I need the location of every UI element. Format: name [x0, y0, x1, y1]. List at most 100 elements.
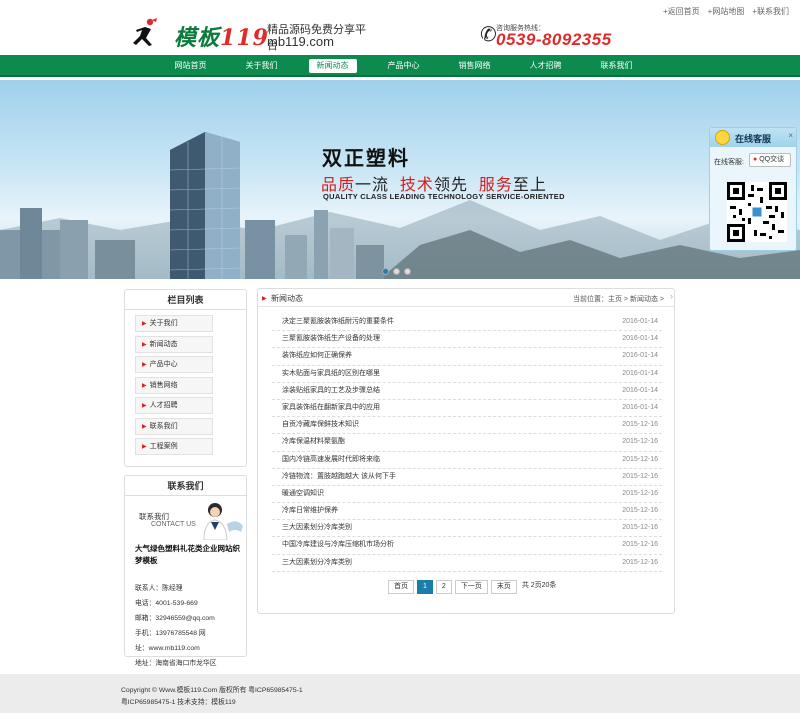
nav-item-4[interactable]: 销售网络	[439, 55, 510, 77]
category-item-label: 联系我们	[149, 422, 178, 430]
contact-line: 邮箱：32946559@qq.com	[135, 615, 215, 622]
contact-info: 联系人：陈经理 电话：4001-539-669 邮箱：32946559@qq.com…	[135, 581, 217, 671]
hotline-number: 0539-8092355	[496, 30, 612, 49]
news-row[interactable]: 决定三聚氰胺装饰纸耐污的重要条件 2016-01-14	[272, 314, 662, 332]
customer-service-panel: 在线客服 × 在线客服: ● QQ交谈	[709, 127, 797, 251]
nav-item-1[interactable]: 关于我们	[226, 55, 297, 77]
slide-dot-1[interactable]	[382, 268, 389, 275]
nav-item-6[interactable]: 联系我们	[581, 55, 652, 77]
news-row[interactable]: 中国冷库建设与冷库压缩机市场分析 2015-12-16	[272, 537, 662, 555]
category-item-0[interactable]: ▶ 关于我们	[135, 315, 213, 332]
news-row[interactable]: 冷链物流：置肢越跑越大 该从何下手 2015-12-16	[272, 469, 662, 486]
category-item-1[interactable]: ▶ 新闻动态	[135, 335, 213, 353]
nav-item-label: 网站首页	[174, 61, 207, 70]
news-link[interactable]: 三大因素划分冷库类别	[282, 555, 352, 571]
company-name: 大气绿色塑料礼花类企业网站织梦模板	[135, 544, 240, 565]
news-link[interactable]: 暖通空调知识	[282, 486, 324, 502]
news-link[interactable]: 冷库保温材料聚氨酯	[282, 434, 345, 450]
news-row[interactable]: 国内冷链高速发展时代即将来临 2015-12-16	[272, 452, 662, 469]
category-item-label: 关于我们	[149, 320, 178, 327]
news-link[interactable]: 装饰纸应如何正确保养	[282, 348, 352, 364]
news-link[interactable]: 自贡冷藏库保鲜技术知识	[282, 417, 359, 433]
nav-item-label: 联系我们	[600, 61, 633, 70]
red-arrow-icon: ▶	[142, 444, 147, 450]
pager-first[interactable]: 首页	[388, 580, 414, 594]
cs-title: 在线客服	[735, 134, 772, 144]
category-item-label: 人才招聘	[149, 402, 178, 409]
contact-line: 地址：海南省海口市龙华区	[135, 660, 217, 667]
link-sitemap[interactable]: +网站地图	[708, 6, 745, 17]
close-icon[interactable]: ×	[788, 131, 793, 140]
news-row[interactable]: 暖通空调知识 2015-12-16	[272, 486, 662, 504]
news-date: 2015-12-16	[622, 489, 658, 497]
category-title: 栏目列表	[125, 290, 246, 310]
phone-icon: ✆	[480, 24, 497, 46]
category-item-4[interactable]: ▶ 人才招聘	[135, 397, 213, 414]
news-date: 2015-12-16	[622, 421, 658, 429]
news-link[interactable]: 中国冷库建设与冷库压缩机市场分析	[282, 537, 394, 553]
category-item-2[interactable]: ▶ 产品中心	[135, 356, 213, 373]
news-link[interactable]: 决定三聚氰胺装饰纸耐污的重要条件	[282, 314, 394, 330]
news-row[interactable]: 冷库日常维护保养 2015-12-16	[272, 503, 662, 521]
nav-item-5[interactable]: 人才招聘	[510, 55, 581, 77]
slide-dot-2[interactable]	[393, 268, 400, 275]
news-row[interactable]: 三大因素划分冷库类别 2015-12-16	[272, 555, 662, 572]
news-date: 2015-12-16	[622, 541, 658, 549]
pager-info: 共 2页20条	[519, 580, 559, 594]
qq-chat-button[interactable]: ● QQ交谈	[749, 153, 791, 167]
news-panel: ▶ 新闻动态 当前位置：主页 > 新闻动态 > › 决定三聚氰胺装饰纸耐污的重要…	[257, 288, 675, 614]
news-link[interactable]: 冷库日常维护保养	[282, 503, 338, 519]
pagination: 首页 1 2 下一页 末页 共 2页20条	[388, 580, 559, 594]
news-link[interactable]: 国内冷链高速发展时代即将来临	[282, 452, 380, 468]
news-date: 2015-12-16	[622, 524, 658, 532]
banner-title: 双正塑料	[322, 148, 410, 170]
category-item-3[interactable]: ▶ 销售网络	[135, 376, 213, 394]
news-link[interactable]: 涂装贴纸家具的工艺及步骤总结	[282, 383, 380, 399]
news-date: 2016-01-14	[622, 369, 658, 377]
category-item-5[interactable]: ▶ 联系我们	[135, 417, 213, 435]
qr-code-icon	[727, 182, 787, 242]
pager-page-1[interactable]: 1	[417, 580, 433, 594]
category-item-6[interactable]: ▶ 工程案例	[135, 438, 213, 455]
contact-box: 联系我们 联系我们 CONTACT US 大气绿色塑料礼花类企业网站织梦模板 联…	[124, 475, 247, 667]
slide-dots	[382, 268, 411, 275]
news-row[interactable]: 三大因素划分冷库类别 2015-12-16	[272, 520, 662, 538]
category-item-label: 销售网络	[149, 381, 178, 389]
red-arrow-icon: ▶	[142, 403, 147, 409]
contact-line: 址：www.mb119.com	[135, 645, 200, 652]
site-logo[interactable]: 模板119 精品源码免费分享平台 mb119.com	[130, 14, 370, 52]
contact-line: 电话：4001-539-669	[135, 600, 198, 607]
red-arrow-icon: ▶	[142, 382, 147, 389]
news-link[interactable]: 冷链物流：置肢越跑越大 该从何下手	[282, 469, 396, 485]
link-contact[interactable]: +联系我们	[752, 6, 789, 17]
pager-next[interactable]: 下一页	[454, 580, 488, 594]
slide-dot-3[interactable]	[404, 268, 411, 275]
nav-item-2[interactable]: 新闻动态	[297, 55, 368, 77]
pager-page-2[interactable]: 2	[435, 580, 452, 594]
breadcrumb[interactable]: 当前位置：主页 > 新闻动态 >	[573, 294, 664, 304]
nav-item-0[interactable]: 网站首页	[155, 55, 226, 77]
link-home[interactable]: +返回首页	[663, 6, 700, 17]
news-row[interactable]: 装饰纸应如何正确保养 2016-01-14	[272, 348, 662, 366]
news-link[interactable]: 家具装饰纸在翻新家具中的应用	[282, 400, 380, 416]
news-row[interactable]: 实木贴面与家具纸的区别在哪里 2016-01-14	[272, 366, 662, 383]
news-row[interactable]: 冷库保温材料聚氨酯 2015-12-16	[272, 434, 662, 452]
pager-last[interactable]: 末页	[490, 580, 517, 594]
cs-header: 在线客服 ×	[710, 128, 796, 147]
smiley-icon	[715, 130, 730, 145]
news-link[interactable]: 三聚氰胺装饰纸生产设备的处理	[282, 331, 380, 347]
news-row[interactable]: 涂装贴纸家具的工艺及步骤总结 2016-01-14	[272, 383, 662, 400]
news-row[interactable]: 家具装饰纸在翻新家具中的应用 2016-01-14	[272, 400, 662, 418]
cs-label: 在线客服:	[714, 159, 744, 166]
nav-item-3[interactable]: 产品中心	[368, 55, 439, 77]
red-triangle-icon: ▶	[262, 296, 267, 302]
news-row[interactable]: 自贡冷藏库保鲜技术知识 2015-12-16	[272, 417, 662, 435]
news-link[interactable]: 实木贴面与家具纸的区别在哪里	[282, 366, 380, 382]
nav-item-label: 关于我们	[245, 61, 278, 70]
news-date: 2016-01-14	[622, 386, 658, 394]
category-box: 栏目列表 ▶ 关于我们 ▶ 新闻动态 ▶ 产品中心 ▶ 销售网络 ▶ 人才招聘 ▶ 联系我们 ▶ 工程案例	[124, 289, 247, 467]
news-row[interactable]: 三聚氰胺装饰纸生产设备的处理 2016-01-14	[272, 331, 662, 349]
news-link[interactable]: 三大因素划分冷库类别	[282, 520, 352, 536]
hotline: ✆ 咨询服务热线： 0539-8092355	[480, 20, 630, 50]
red-arrow-icon: ▶	[142, 362, 147, 368]
